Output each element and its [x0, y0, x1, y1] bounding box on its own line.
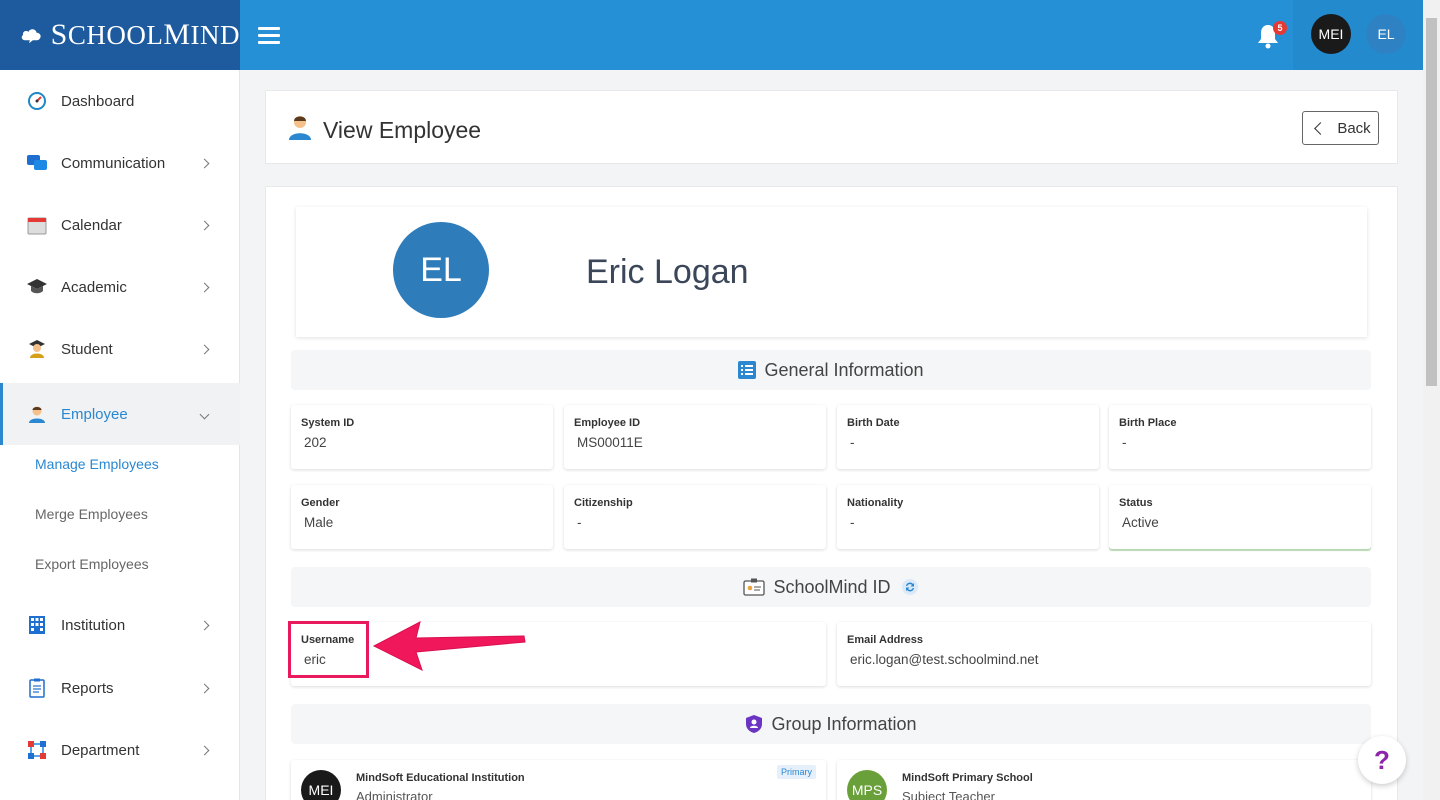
dashboard-gauge-icon	[26, 90, 48, 112]
group-title: MindSoft Educational Institution	[356, 772, 525, 784]
profile-name: Eric Logan	[586, 253, 749, 291]
profile-card: EL Eric Logan	[296, 207, 1367, 337]
field-value: 202	[304, 435, 327, 450]
sidebar-item-label: Dashboard	[61, 92, 135, 110]
field-system-id: System ID 202	[291, 405, 553, 469]
field-value: -	[850, 435, 855, 450]
sidebar-item-department[interactable]: Department	[0, 719, 240, 781]
field-label: Birth Date	[847, 417, 900, 429]
sidebar-item-label: Student	[61, 340, 113, 358]
list-icon	[738, 361, 757, 379]
sidebar-item-label: Reports	[61, 679, 114, 697]
sidebar-item-label: Department	[61, 741, 140, 759]
brand-logo[interactable]: SCHOOLMIND	[0, 0, 240, 70]
institution-avatar[interactable]: MEI	[1311, 14, 1351, 54]
section-title: Group Information	[771, 713, 917, 734]
field-value: Male	[304, 515, 334, 530]
profile-avatar: EL	[393, 222, 489, 318]
sidebar-item-label: Employee	[61, 405, 128, 423]
pointer-arrow-icon	[372, 621, 526, 671]
help-button[interactable]: ?	[1358, 736, 1406, 784]
field-value: -	[850, 515, 855, 530]
user-avatar[interactable]: EL	[1366, 14, 1406, 54]
page-title: View Employee	[323, 117, 482, 143]
sidebar-item-student[interactable]: Student	[0, 318, 240, 380]
username-highlight-box	[288, 621, 369, 678]
graduation-cap-icon	[26, 276, 48, 298]
field-birth-place: Birth Place -	[1109, 405, 1371, 469]
group-information-header: Group Information	[291, 704, 1371, 744]
field-gender: Gender Male	[291, 485, 553, 549]
cloud-logo-icon	[21, 29, 41, 44]
top-bar: 5 MEI EL	[240, 0, 1423, 70]
sidebar-item-label: Institution	[61, 616, 126, 634]
field-label: Employee ID	[574, 417, 641, 429]
field-label: Status	[1119, 497, 1153, 509]
field-label: Gender	[301, 497, 340, 509]
field-employee-id: Employee ID MS00011E	[564, 405, 826, 469]
employee-icon	[289, 116, 311, 140]
group-card-mps: MPS MindSoft Primary School Subject Teac…	[837, 760, 1371, 800]
sidebar-item-institution[interactable]: Institution	[0, 594, 240, 656]
group-avatar: MEI	[301, 770, 341, 800]
back-button-label: Back	[1337, 119, 1371, 137]
group-title: MindSoft Primary School	[902, 772, 1033, 784]
field-label: Birth Place	[1119, 417, 1177, 429]
section-title: General Information	[764, 359, 924, 380]
employee-icon	[26, 403, 48, 425]
section-title: SchoolMind ID	[773, 576, 891, 597]
chat-bubbles-icon	[26, 152, 48, 174]
group-role: Administrator	[356, 789, 433, 800]
page-header: View Employee Back	[265, 90, 1398, 164]
group-role: Subject Teacher	[902, 789, 995, 800]
sync-icon[interactable]	[901, 578, 919, 596]
sidebar-item-label: Academic	[61, 278, 127, 296]
student-icon	[26, 338, 48, 360]
field-value: -	[1122, 435, 1127, 450]
field-label: System ID	[301, 417, 355, 429]
sidebar-item-employee[interactable]: Employee	[0, 383, 240, 445]
sidebar-item-academic[interactable]: Academic	[0, 256, 240, 318]
sidebar-item-label: Communication	[61, 154, 166, 172]
field-label: Citizenship	[574, 497, 633, 509]
sidebar-item-label: Calendar	[61, 216, 122, 234]
field-value: MS00011E	[577, 435, 643, 450]
field-label: Email Address	[847, 634, 924, 646]
notification-count-badge: 5	[1273, 21, 1287, 35]
shield-user-icon	[745, 714, 763, 734]
chevron-left-icon	[1314, 121, 1328, 135]
field-nationality: Nationality -	[837, 485, 1099, 549]
sidebar-subitem-export-employees[interactable]: Export Employees	[35, 556, 149, 572]
sidebar-subitem-manage-employees[interactable]: Manage Employees	[35, 456, 159, 472]
building-icon	[26, 614, 48, 636]
org-chart-icon	[26, 739, 48, 761]
field-value: -	[577, 515, 582, 530]
calendar-icon	[26, 214, 48, 236]
hamburger-menu-icon[interactable]	[258, 27, 280, 45]
id-card-icon	[743, 578, 766, 596]
field-status: Status Active	[1109, 485, 1371, 549]
scrollbar-thumb[interactable]	[1426, 18, 1437, 386]
field-value: eric.logan@test.schoolmind.net	[850, 652, 1039, 667]
field-label: Nationality	[847, 497, 904, 509]
group-avatar: MPS	[847, 770, 887, 800]
sidebar-item-dashboard[interactable]: Dashboard	[0, 70, 240, 132]
field-citizenship: Citizenship -	[564, 485, 826, 549]
field-birth-date: Birth Date -	[837, 405, 1099, 469]
primary-badge: Primary	[777, 765, 816, 779]
sidebar: Dashboard Communication Calendar Academi…	[0, 70, 240, 800]
sidebar-item-calendar[interactable]: Calendar	[0, 194, 240, 256]
page-scrollbar[interactable]	[1423, 0, 1440, 800]
sidebar-subitem-merge-employees[interactable]: Merge Employees	[35, 506, 148, 522]
sidebar-item-reports[interactable]: Reports	[0, 657, 240, 719]
field-email-address: Email Address eric.logan@test.schoolmind…	[837, 622, 1371, 686]
group-card-mei: MEI MindSoft Educational Institution Adm…	[291, 760, 826, 800]
brand-name: SCHOOLMIND	[50, 18, 240, 51]
back-button[interactable]: Back	[1302, 111, 1379, 145]
schoolmind-id-header: SchoolMind ID	[291, 567, 1371, 607]
field-value: Active	[1122, 515, 1159, 530]
sidebar-item-communication[interactable]: Communication	[0, 132, 240, 194]
clipboard-report-icon	[26, 677, 48, 699]
general-information-header: General Information	[291, 350, 1371, 390]
